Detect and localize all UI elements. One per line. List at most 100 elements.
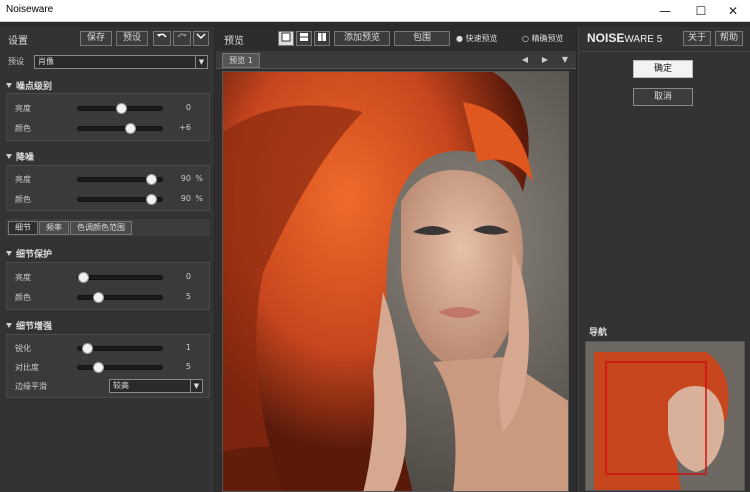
- tab-left-icon[interactable]: ◀: [516, 53, 534, 67]
- divider: [579, 51, 750, 52]
- redo-icon: [177, 33, 187, 38]
- navigator-panel: [585, 341, 745, 491]
- redo-button[interactable]: [173, 31, 191, 46]
- slider-knob[interactable]: [93, 362, 104, 373]
- noise-color-slider[interactable]: [77, 123, 163, 134]
- settings-header: 设置 保存 预设: [0, 27, 214, 49]
- slider-knob[interactable]: [145, 194, 157, 205]
- navigator-title: 导航: [589, 328, 608, 338]
- tab-right-icon[interactable]: ▶: [536, 53, 554, 67]
- settings-title: 设置: [8, 36, 28, 47]
- denoise-color-slider[interactable]: [77, 194, 163, 205]
- slider-value: 1: [185, 343, 191, 352]
- right-panel: NOISEWARE 5 关于 帮助 确定 取消 导航: [578, 27, 750, 492]
- protect-luma-slider[interactable]: [77, 272, 163, 283]
- maximize-icon[interactable]: ☐: [684, 0, 718, 22]
- slider-row: 亮度 0: [7, 100, 209, 116]
- sharpen-slider[interactable]: [77, 343, 163, 354]
- chevron-down-icon: [196, 33, 206, 40]
- slider-row: 亮度 0: [7, 269, 209, 285]
- tab-menu-icon[interactable]: ▼: [556, 53, 574, 67]
- portrait-image: [223, 72, 568, 491]
- slider-label: 颜色: [15, 293, 31, 302]
- slider-knob[interactable]: [81, 343, 93, 354]
- tab-frequency[interactable]: 频率: [39, 221, 69, 235]
- slider-value: +6: [179, 123, 191, 132]
- denoise-section-title[interactable]: 降噪: [6, 150, 34, 163]
- contrast-slider[interactable]: [77, 362, 163, 373]
- split-vertical-button[interactable]: [314, 31, 330, 46]
- single-view-icon: [281, 32, 291, 42]
- tab-detail[interactable]: 细节: [8, 221, 38, 235]
- collapse-triangle-icon: [6, 154, 12, 159]
- preset-select[interactable]: 肖像 ▼: [34, 55, 208, 69]
- undo-icon: [157, 33, 167, 38]
- detail-protect-group: 亮度 0 颜色 5: [6, 262, 210, 310]
- preset-value: 肖像: [38, 57, 54, 66]
- slider-unit: %: [195, 174, 203, 183]
- noise-level-group: 亮度 0 颜色 +6: [6, 93, 210, 141]
- slider-unit: %: [195, 194, 203, 203]
- help-button[interactable]: 帮助: [715, 31, 743, 46]
- noise-luma-slider[interactable]: [77, 103, 163, 114]
- navigator-thumbnail[interactable]: [586, 342, 744, 490]
- slider-label: 亮度: [15, 175, 31, 184]
- collapse-triangle-icon: [6, 323, 12, 328]
- preset-button[interactable]: 预设: [116, 31, 148, 46]
- edge-smooth-row: 边缘平滑 较高 ▼: [7, 378, 209, 394]
- detail-protect-section-title[interactable]: 细节保护: [6, 247, 52, 260]
- slider-value: 5: [185, 362, 191, 371]
- preview-tab-bar: 预览 1 ◀ ▶ ▼: [216, 51, 576, 69]
- chevron-down-icon: ▼: [195, 56, 207, 68]
- split-vertical-icon: [318, 33, 326, 41]
- edge-smooth-label: 边缘平滑: [15, 382, 47, 391]
- save-button[interactable]: 保存: [80, 31, 112, 46]
- cancel-button[interactable]: 取消: [633, 88, 693, 106]
- preset-label: 预设: [8, 57, 24, 66]
- slider-label: 亮度: [15, 273, 31, 282]
- wrap-button[interactable]: 包围: [394, 31, 450, 46]
- accurate-preview-radio[interactable]: ○ 精确预览: [522, 33, 564, 44]
- slider-knob[interactable]: [145, 174, 157, 185]
- settings-panel: 设置 保存 预设 预设 肖像 ▼ 噪点级别 亮度 0 颜色 +6 降噪 亮度 9…: [0, 27, 214, 492]
- preview-title: 预览: [224, 36, 244, 47]
- edge-smooth-value: 较高: [113, 381, 129, 390]
- single-view-button[interactable]: [278, 31, 294, 46]
- minimize-icon[interactable]: —: [648, 0, 682, 22]
- detail-enhance-section-title[interactable]: 细节增强: [6, 319, 52, 332]
- radio-checked-icon: ●: [456, 34, 463, 43]
- slider-knob[interactable]: [124, 123, 136, 134]
- undo-button[interactable]: [153, 31, 171, 46]
- edge-smooth-select[interactable]: 较高 ▼: [109, 379, 203, 393]
- noise-level-section-title[interactable]: 噪点级别: [6, 79, 52, 92]
- radio-unchecked-icon: ○: [522, 34, 529, 43]
- split-horizontal-button[interactable]: [296, 31, 312, 46]
- close-icon[interactable]: ✕: [716, 0, 750, 22]
- split-horizontal-icon: [300, 33, 308, 41]
- title-bar: Noiseware — ☐ ✕: [0, 0, 750, 22]
- slider-row: 颜色 90 %: [7, 191, 209, 207]
- preview-tab[interactable]: 预览 1: [222, 53, 260, 68]
- chevron-down-icon: ▼: [190, 380, 202, 392]
- slider-label: 锐化: [15, 344, 31, 353]
- slider-label: 颜色: [15, 124, 31, 133]
- slider-knob[interactable]: [93, 292, 104, 303]
- detail-enhance-group: 锐化 1 对比度 5 边缘平滑 较高 ▼: [6, 334, 210, 398]
- preview-panel: 预览 添加预览 包围 ● 快速预览 ○ 精确预览 预览 1 ◀ ▶ ▼: [216, 27, 576, 492]
- menu-dropdown-button[interactable]: [193, 31, 209, 46]
- denoise-luma-slider[interactable]: [77, 174, 163, 185]
- navigator-header: 导航: [585, 324, 745, 338]
- about-button[interactable]: 关于: [683, 31, 711, 46]
- slider-knob[interactable]: [115, 103, 127, 114]
- preview-image[interactable]: [222, 71, 569, 492]
- noiseware-logo: NOISEWARE 5: [587, 31, 663, 45]
- tab-tone-color-range[interactable]: 色调颜色范围: [70, 221, 132, 235]
- protect-color-slider[interactable]: [77, 292, 163, 303]
- slider-row: 对比度 5: [7, 359, 209, 375]
- fast-preview-radio[interactable]: ● 快速预览: [456, 33, 498, 44]
- slider-value: 90: [180, 174, 191, 183]
- ok-button[interactable]: 确定: [633, 60, 693, 78]
- detail-tabs: 细节 频率 色调颜色范围: [6, 219, 210, 236]
- slider-knob[interactable]: [78, 272, 89, 283]
- add-preview-button[interactable]: 添加预览: [334, 31, 390, 46]
